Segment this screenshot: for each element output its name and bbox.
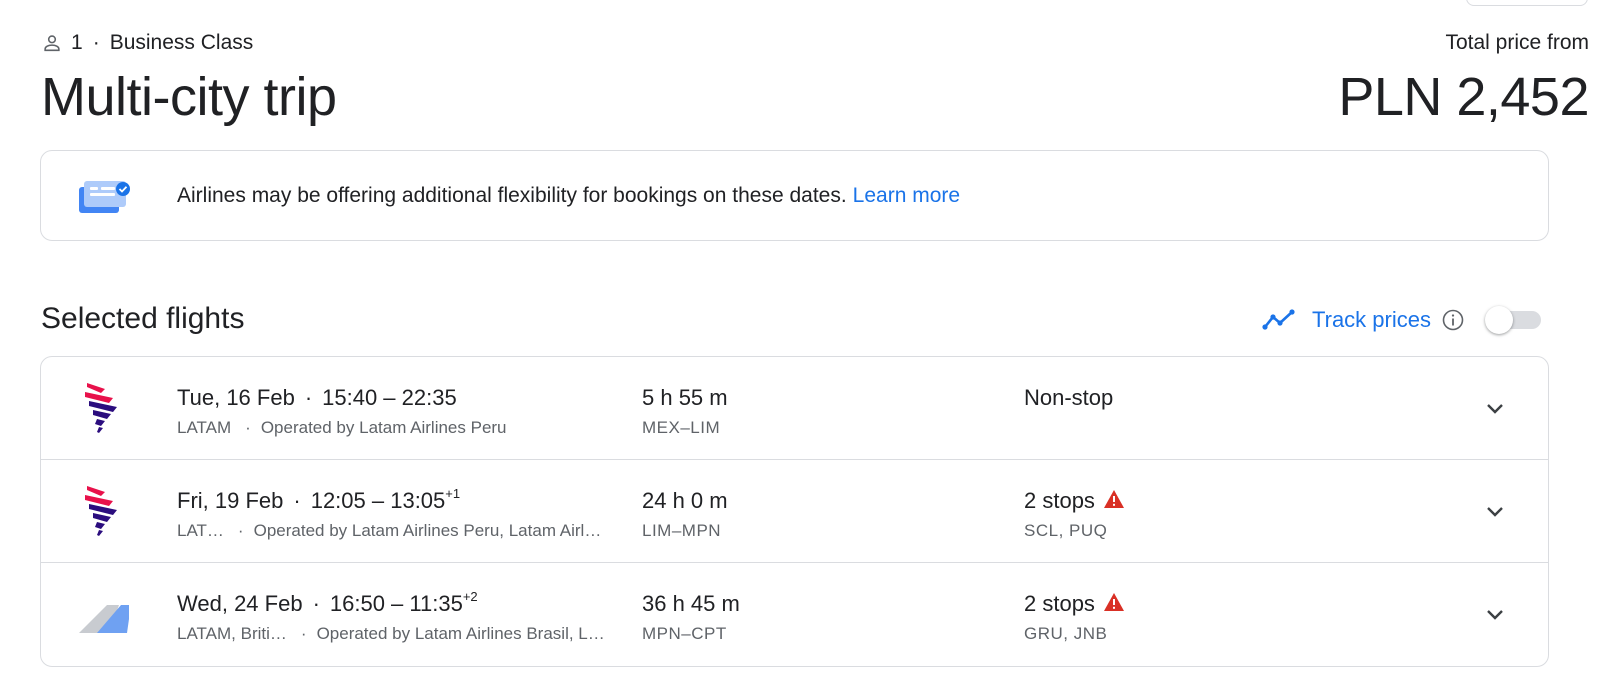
selected-flights-heading: Selected flights [41,302,245,335]
carrier-separator: · [237,521,244,540]
flight-date: Wed, 24 Feb [177,591,303,616]
banner-message: Airlines may be offering additional flex… [177,151,960,240]
flight-carrier: LAT… · Operated by Latam Airlines Peru, La… [177,521,637,541]
person-icon [41,32,63,54]
flight-times: 16:50 – 11:35 [329,591,463,616]
operated-by: Operated by Latam Airlines Peru [260,418,507,437]
total-price: PLN 2,452 [1338,67,1589,127]
flight-date-time: Wed, 24 Feb · 16:50 – 11:35+2 [177,590,478,618]
chevron-down-icon[interactable] [1481,500,1509,524]
flight-route: LIM–MPN [642,521,722,540]
flight-route: MPN–CPT [642,624,727,643]
total-price-label: Total price from [1445,31,1589,54]
flight-row-1[interactable]: Tue, 16 Feb · 15:40 – 22:35 LATAM · Operated… [41,357,1548,460]
time-separator: · [312,591,320,616]
flight-stops: 2 stops [1024,487,1125,515]
selected-flights-list: Tue, 16 Feb · 15:40 – 22:35 LATAM · Operated… [40,356,1549,667]
warning-icon [1103,591,1125,611]
flight-times: 12:05 – 13:05 [310,488,446,513]
ticket-check-icon [79,179,131,215]
passenger-summary: 1 · Business Class [41,30,253,56]
passenger-separator: · [92,31,100,54]
carrier-name: LATAM [177,418,232,437]
flight-row-2[interactable]: Fri, 19 Feb · 12:05 – 13:05+1 LAT… · Operate… [41,460,1548,563]
trip-header: 1 · Business Class Multi-city trip Total… [41,30,1589,130]
stops-label: 2 stops [1024,488,1095,513]
toggle-knob [1484,306,1513,334]
time-separator: · [304,385,313,410]
flight-route: MEX–LIM [642,418,721,437]
flight-stops: Non-stop [1024,384,1113,412]
track-prices-toggle[interactable] [1484,306,1543,334]
warning-icon [1103,488,1125,508]
flight-times: 15:40 – 22:35 [322,385,457,410]
trending-line-icon [1262,308,1298,332]
page-title: Multi-city trip [41,67,337,127]
flight-date-time: Fri, 19 Feb · 12:05 – 13:05+1 [177,487,460,515]
carrier-separator: · [300,624,307,643]
stop-airports: GRU, JNB [1024,624,1108,643]
flight-carrier: LATAM · Operated by Latam Airlines Peru [177,418,637,438]
airline-tail-icon [79,585,131,641]
latam-logo-icon [79,379,129,435]
day-offset: +2 [462,589,478,604]
flight-carrier: LATAM, Briti… · Operated by Latam Airlines… [177,624,637,644]
flight-duration: 24 h 0 m [642,488,728,513]
flight-stops: 2 stops [1024,590,1125,618]
flight-date: Tue, 16 Feb [177,385,295,410]
cabin-class: Business Class [109,31,254,54]
top-button-edge[interactable] [1466,0,1588,6]
banner-text: Airlines may be offering additional flex… [177,183,847,207]
stops-label: 2 stops [1024,591,1095,616]
flight-row-3[interactable]: Wed, 24 Feb · 16:50 – 11:35+2 LATAM, Briti… [41,563,1548,666]
chevron-down-icon[interactable] [1481,397,1509,421]
operated-by: Operated by Latam Airlines Peru, Latam A… [253,521,602,540]
chevron-down-icon[interactable] [1481,603,1509,627]
latam-logo-icon [79,482,129,538]
info-icon[interactable] [1441,308,1465,332]
passenger-count: 1 [71,31,83,54]
carrier-name: LATAM, Briti… [177,624,287,643]
flight-duration: 5 h 55 m [642,385,728,410]
stops-label: Non-stop [1024,385,1114,410]
operated-by: Operated by Latam Airlines Brasil, L… [316,624,605,643]
flight-date-time: Tue, 16 Feb · 15:40 – 22:35 [177,384,457,412]
carrier-name: LAT… [177,521,224,540]
day-offset: +1 [445,486,461,501]
flight-date: Fri, 19 Feb [177,488,284,513]
flight-duration: 36 h 45 m [642,591,740,616]
stop-airports: SCL, PUQ [1024,521,1108,540]
track-prices-control: Track prices [1262,300,1543,340]
time-separator: · [293,488,301,513]
flexibility-banner: Airlines may be offering additional flex… [40,150,1549,241]
carrier-separator: · [245,418,251,437]
track-prices-label[interactable]: Track prices [1312,307,1431,333]
learn-more-link[interactable]: Learn more [853,184,960,208]
